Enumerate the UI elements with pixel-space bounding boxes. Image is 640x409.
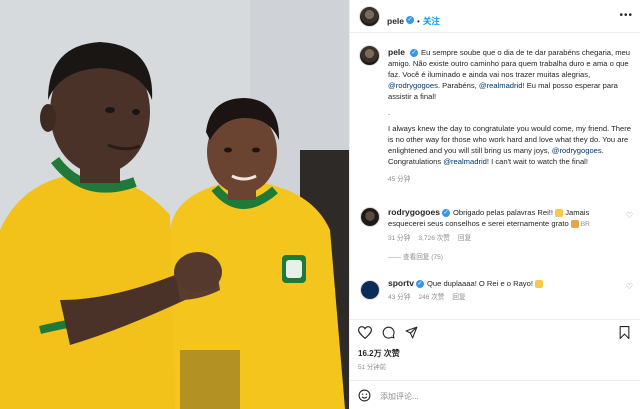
avatar[interactable] (359, 6, 380, 27)
comment-body: rodrygogoes ✓ Obrigado pelas palavras Rei!… (388, 207, 623, 263)
photo-illustration (0, 0, 349, 409)
reply-button[interactable]: 回复 (452, 294, 465, 301)
comment-likes[interactable]: 3,726 次赞 (418, 235, 450, 242)
comment-likes[interactable]: 246 次赞 (418, 294, 444, 301)
comment-avatar[interactable] (360, 280, 380, 300)
verified-icon: ✓ (415, 280, 424, 288)
comment-item: sportv ✓ Que duplaaaa! O Rei e o Rayo! 43 … (360, 278, 635, 308)
action-bar (350, 319, 640, 343)
post-photo (0, 0, 349, 409)
caption-pt-mid: . Parabéns, (437, 81, 479, 90)
verified-icon: ✓ (441, 209, 450, 217)
likes-count[interactable]: 16.2万 次赞 (358, 348, 400, 359)
caption-dot: . (388, 108, 391, 117)
share-icon[interactable] (405, 326, 418, 339)
smile-icon[interactable] (358, 389, 371, 402)
comment-text: Que duplaaaa! O Rei e o Rayo! (426, 279, 536, 288)
caption-text: pele ✓ Eu sempre soube que o dia de te dar… (388, 47, 633, 185)
mention-link[interactable]: @rodrygogoes (388, 81, 438, 90)
bookmark-icon[interactable] (619, 326, 630, 339)
view-replies-label[interactable]: —— 查看回复 (75) (388, 254, 443, 261)
comment-icon[interactable] (382, 326, 395, 339)
post-header: pele ✓ • 关注 ••• (350, 0, 640, 33)
view-replies-button[interactable]: —— 查看回复 (75) (388, 252, 623, 263)
header-username[interactable]: pele (387, 16, 404, 26)
post-side-panel: pele ✓ • 关注 ••• pele ✓ Eu sempre soube que o … (349, 0, 640, 409)
verified-icon: ✓ (410, 49, 419, 57)
comment-body: sportv ✓ Que duplaaaa! O Rei e o Rayo! 43 … (388, 278, 623, 303)
reply-button[interactable]: 回复 (458, 235, 471, 242)
comment-avatar[interactable] (360, 207, 380, 227)
comment-input[interactable]: 添加评论... (380, 391, 419, 402)
comment-username[interactable]: rodrygogoes (388, 207, 440, 217)
mention-link[interactable]: @rodrygogoes (552, 146, 602, 155)
caption-avatar[interactable] (359, 45, 380, 66)
flag-badge: BR (580, 221, 590, 228)
caption-time: 45 分钟 (388, 176, 411, 183)
add-comment-bar: 添加评论... (350, 380, 640, 409)
caption-en-end: ! I can't wait to watch the final! (486, 157, 588, 166)
comment-like-icon[interactable]: ♡ (626, 282, 633, 291)
comment-username[interactable]: sportv (388, 278, 414, 288)
emoji-icon (535, 280, 544, 288)
post-time: 51 分钟前 (358, 364, 387, 371)
caption-pt-text: Eu sempre soube que o dia de te dar para… (388, 48, 630, 79)
emoji-icon (555, 209, 564, 217)
heart-icon[interactable] (358, 326, 372, 339)
comment-item: rodrygogoes ✓ Obrigado pelas palavras Rei!… (360, 207, 635, 267)
separator-dot: • (417, 17, 420, 26)
comment-like-icon[interactable]: ♡ (626, 211, 633, 220)
caption-area: pele ✓ Eu sempre soube que o dia de te dar… (350, 33, 640, 303)
comment-time: 31 分钟 (388, 235, 411, 242)
emoji-icon (570, 220, 579, 228)
follow-button[interactable]: 关注 (423, 16, 440, 26)
comment-meta: 43 分钟 246 次赞 回复 (388, 292, 623, 303)
mention-link[interactable]: @realmadrid (479, 81, 523, 90)
mention-link[interactable]: @realmadrid (443, 157, 487, 166)
comment-time: 43 分钟 (388, 294, 411, 301)
comment-text: Obrigado pelas palavras Rei!! (452, 208, 556, 217)
comment-meta: 31 分钟 3,726 次赞 回复 (388, 233, 623, 244)
caption-username[interactable]: pele (388, 47, 405, 57)
header-user: pele ✓ • 关注 (387, 11, 440, 29)
verified-icon: ✓ (406, 15, 415, 24)
more-icon[interactable]: ••• (619, 10, 633, 21)
